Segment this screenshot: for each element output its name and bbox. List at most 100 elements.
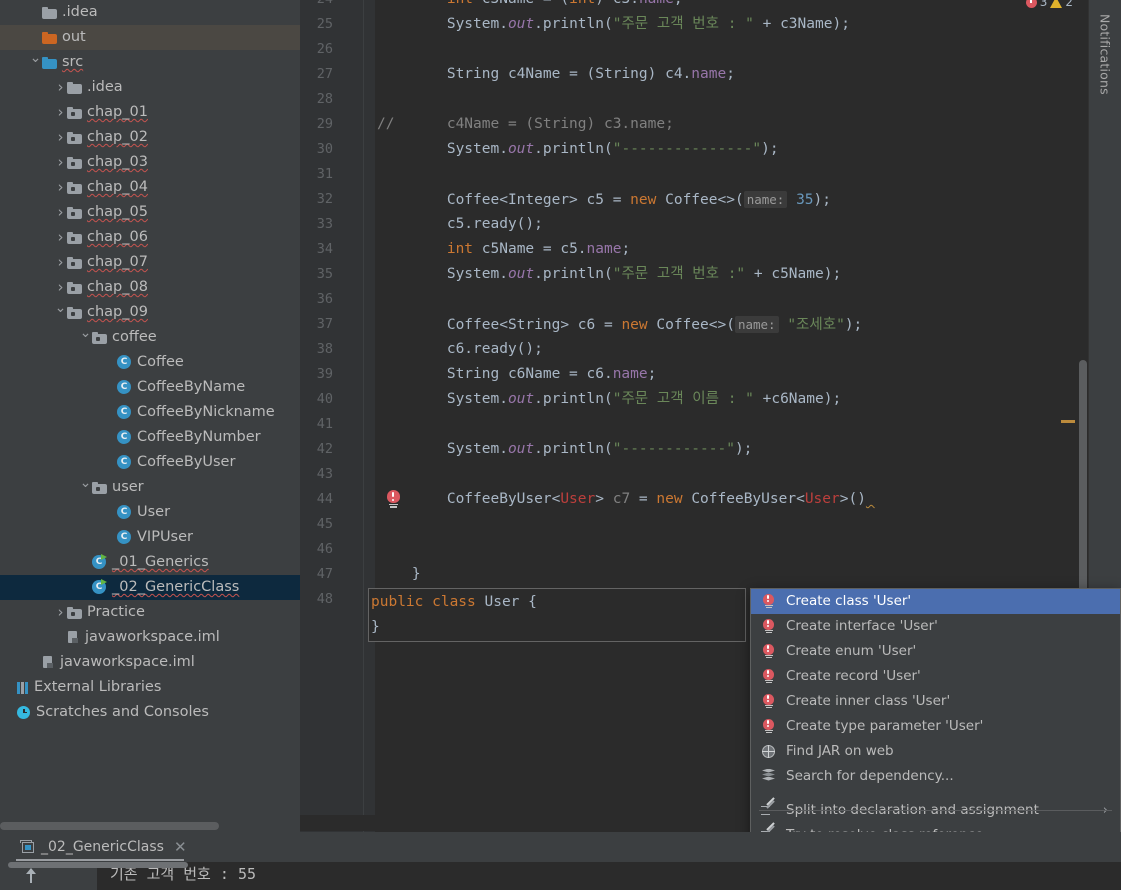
project-tool-window[interactable]: ⌄javaworkspace›.idea›out⌄src›.idea›chap_… xyxy=(0,0,300,820)
code-line[interactable]: System.out.println("------------"); xyxy=(377,437,753,462)
tree-row[interactable]: › chap_03 xyxy=(0,150,300,175)
menu-item-label: Create inner class 'User' xyxy=(786,693,951,709)
project-hscroll-thumb[interactable] xyxy=(0,822,219,830)
tree-expand-arrow[interactable]: › xyxy=(54,600,67,625)
tree-row[interactable]: ⌄ user xyxy=(0,475,300,500)
code-line[interactable]: Coffee<Integer> c5 = new Coffee<>(name: … xyxy=(377,187,831,212)
menu-item-label: Create type parameter 'User' xyxy=(786,718,984,734)
code-token: .println( xyxy=(534,441,613,457)
console-output[interactable]: 기존 고객 번호 : 55커피 준비 완료 - 조세호 xyxy=(0,862,1121,890)
menu-item-create-type-parameter-user[interactable]: Create type parameter 'User' xyxy=(751,714,1120,739)
menu-item-label: Search for dependency... xyxy=(786,768,954,784)
code-token: out xyxy=(507,266,535,282)
tree-row[interactable]: › chap_04 xyxy=(0,175,300,200)
close-icon[interactable]: ✕ xyxy=(174,838,187,856)
tree-row[interactable]: ›Scratches and Consoles xyxy=(0,700,300,725)
menu-item-search-for-dependency[interactable]: Search for dependency... xyxy=(751,764,1120,789)
notifications-tool-tab[interactable]: Notifications xyxy=(1089,0,1121,114)
code-line[interactable]: int c3Name = (int) c3.name; xyxy=(377,0,683,12)
tree-expand-arrow[interactable]: › xyxy=(54,225,67,250)
tree-row[interactable]: ›CCoffeeByName xyxy=(0,375,300,400)
tree-row[interactable]: ›CVIPUser xyxy=(0,525,300,550)
tree-row[interactable]: ›C_01_Generics xyxy=(0,550,300,575)
warning-count: 2 xyxy=(1065,0,1073,9)
tree-row[interactable]: ›out xyxy=(0,25,300,50)
tree-row[interactable]: ›.idea xyxy=(0,75,300,100)
code-token: .println( xyxy=(534,141,613,157)
bulb-icon xyxy=(761,718,777,736)
code-line[interactable]: } xyxy=(377,562,421,587)
run-tab-bar[interactable]: _02_GenericClass ✕ xyxy=(0,832,1121,863)
code-line[interactable]: String c6Name = c6.name; xyxy=(377,362,657,387)
menu-item-create-enum-user[interactable]: Create enum 'User' xyxy=(751,639,1120,664)
tree-row[interactable]: ›CUser xyxy=(0,500,300,525)
code-line[interactable]: System.out.println("주문 고객 번호 :" + c5Name… xyxy=(377,262,841,287)
code-line[interactable]: String c4Name = (String) c4.name; xyxy=(377,62,735,87)
code-token: name xyxy=(639,0,674,7)
tree-row[interactable]: › chap_02 xyxy=(0,125,300,150)
line-number: 29 xyxy=(316,116,333,132)
menu-item-label: Create interface 'User' xyxy=(786,618,938,634)
tree-expand-arrow[interactable]: › xyxy=(54,250,67,275)
tree-row[interactable]: ›CCoffeeByUser xyxy=(0,450,300,475)
tree-expand-arrow[interactable]: › xyxy=(54,150,67,175)
menu-item-create-class-user[interactable]: Create class 'User' xyxy=(751,589,1120,614)
code-line[interactable]: c6.ready(); xyxy=(377,337,543,362)
code-line[interactable]: System.out.println("주문 고객 이름 : " +c6Name… xyxy=(377,387,841,412)
code-line[interactable]: System.out.println("주문 고객 번호 : " + c3Nam… xyxy=(377,12,850,37)
tree-expand-arrow[interactable]: › xyxy=(54,200,67,225)
menu-item-create-record-user[interactable]: Create record 'User' xyxy=(751,664,1120,689)
tree-expand-arrow[interactable]: › xyxy=(54,100,67,125)
code-line[interactable]: int c5Name = c5.name; xyxy=(377,237,630,262)
tree-row[interactable]: ⌄ coffee xyxy=(0,325,300,350)
editor-vscroll-thumb[interactable] xyxy=(1079,360,1087,620)
tree-expand-arrow[interactable]: ⌄ xyxy=(79,321,92,346)
run-tab[interactable]: _02_GenericClass ✕ xyxy=(20,834,187,860)
line-number: 44 xyxy=(316,491,333,507)
code-line[interactable]: System.out.println("---------------"); xyxy=(377,137,779,162)
intention-bulb-icon[interactable] xyxy=(386,490,402,510)
inspection-widget[interactable]: 3 2 xyxy=(1025,0,1073,10)
tree-row[interactable]: ›javaworkspace.iml xyxy=(0,650,300,675)
tree-row[interactable]: › chap_05 xyxy=(0,200,300,225)
code-token: int xyxy=(569,0,595,7)
tree-row[interactable]: › chap_07 xyxy=(0,250,300,275)
package-folder-icon xyxy=(67,131,82,144)
tree-row[interactable]: ›CCoffeeByNumber xyxy=(0,425,300,450)
code-line[interactable]: Coffee<String> c6 = new Coffee<>(name: "… xyxy=(377,312,862,337)
tree-row[interactable]: ⌄ src xyxy=(0,50,300,75)
tree-expand-arrow[interactable]: ⌄ xyxy=(29,46,42,71)
tree-row[interactable]: ›C_02_GenericClass xyxy=(0,575,300,600)
console-hscroll-thumb[interactable] xyxy=(8,862,188,868)
tree-row[interactable]: ›External Libraries xyxy=(0,675,300,700)
scroll-up-icon[interactable] xyxy=(24,868,38,884)
project-horizontal-scrollbar[interactable] xyxy=(0,820,300,832)
tree-expand-arrow[interactable]: › xyxy=(54,125,67,150)
code-line[interactable]: c5.ready(); xyxy=(377,212,543,237)
code-token: System. xyxy=(377,266,508,282)
menu-item-create-interface-user[interactable]: Create interface 'User' xyxy=(751,614,1120,639)
tree-expand-arrow[interactable]: ⌄ xyxy=(54,296,67,321)
tree-row[interactable]: ›CCoffeeByNickname xyxy=(0,400,300,425)
tree-expand-arrow[interactable]: › xyxy=(54,175,67,200)
tree-row[interactable]: › chap_08 xyxy=(0,275,300,300)
tree-row[interactable]: › chap_06 xyxy=(0,225,300,250)
tree-row[interactable]: ›javaworkspace.iml xyxy=(0,625,300,650)
tree-row[interactable]: ›CCoffee xyxy=(0,350,300,375)
run-tool-window[interactable]: _02_GenericClass ✕ 기존 고객 번호 : 55커피 준비 완료… xyxy=(0,832,1121,890)
code-line[interactable]: // c4Name = (String) c3.name; xyxy=(377,112,674,137)
tree-item-label: CoffeeByName xyxy=(137,379,246,395)
code-line[interactable]: CoffeeByUser<User> c7 = new CoffeeByUser… xyxy=(377,487,875,512)
class-icon: C xyxy=(117,355,132,370)
tree-row[interactable]: › chap_01 xyxy=(0,100,300,125)
tree-expand-arrow[interactable]: ⌄ xyxy=(79,471,92,496)
code-token: name: xyxy=(734,316,779,333)
tree-row[interactable]: ›.idea xyxy=(0,0,300,25)
tree-expand-arrow[interactable]: › xyxy=(54,75,67,100)
menu-item-find-jar-on-web[interactable]: Find JAR on web xyxy=(751,739,1120,764)
tree-row[interactable]: ⌄ chap_09 xyxy=(0,300,300,325)
code-token: } xyxy=(377,566,421,582)
menu-item-create-inner-class-user[interactable]: Create inner class 'User' xyxy=(751,689,1120,714)
warning-stripe-marker[interactable] xyxy=(1061,420,1075,423)
tree-row[interactable]: › Practice xyxy=(0,600,300,625)
